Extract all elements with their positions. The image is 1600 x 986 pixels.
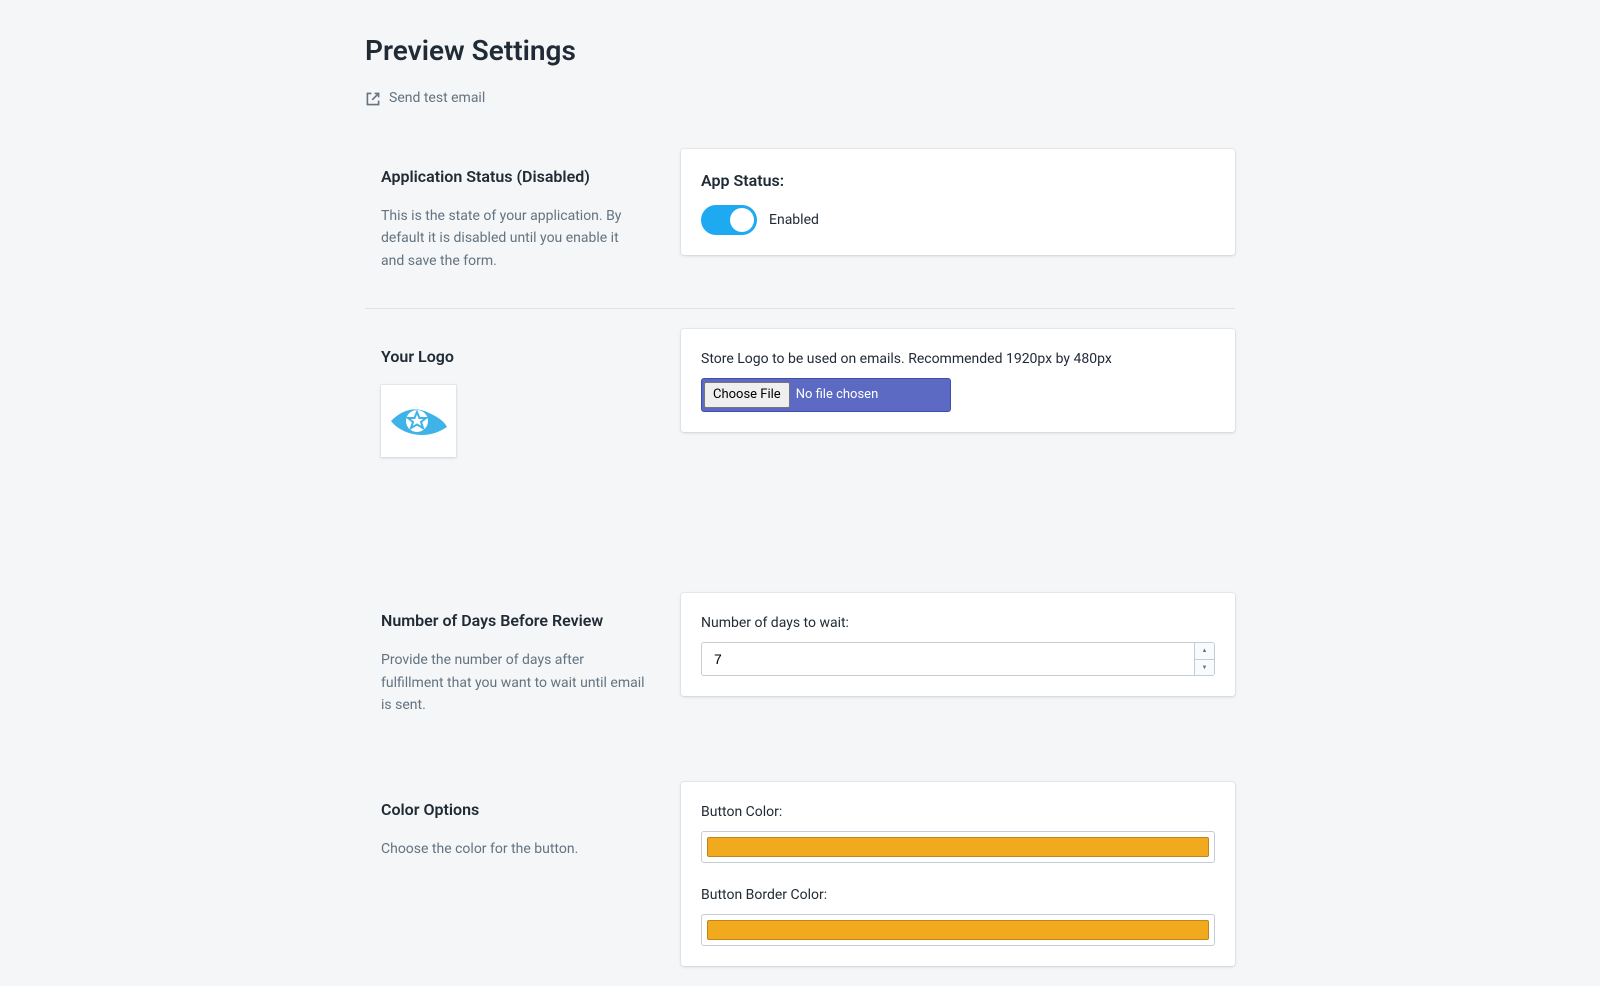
logo-preview	[381, 385, 456, 457]
days-heading: Number of Days Before Review	[381, 609, 645, 633]
app-status-card: App Status: Enabled	[681, 149, 1235, 255]
days-input[interactable]	[702, 643, 1194, 675]
button-border-color-input[interactable]	[701, 914, 1215, 946]
logo-file-description: Store Logo to be used on emails. Recomme…	[701, 349, 1215, 370]
page-title: Preview Settings	[365, 30, 1235, 72]
button-color-input[interactable]	[701, 831, 1215, 863]
send-test-email-label: Send test email	[389, 88, 485, 109]
send-test-email-link[interactable]: Send test email	[365, 88, 485, 109]
section-colors: Color Options Choose the color for the b…	[365, 782, 1235, 966]
toggle-knob	[730, 208, 754, 232]
days-input-label: Number of days to wait:	[701, 613, 1215, 634]
button-color-swatch	[707, 837, 1209, 857]
app-status-heading: Application Status (Disabled)	[381, 165, 645, 189]
logo-file-input[interactable]: Choose File No file chosen	[701, 378, 951, 412]
app-status-card-label: App Status:	[701, 169, 1215, 193]
app-status-description: This is the state of your application. B…	[381, 205, 645, 272]
button-border-color-swatch	[707, 920, 1209, 940]
colors-card: Button Color: Button Border Color:	[681, 782, 1235, 966]
logo-heading: Your Logo	[381, 345, 645, 369]
section-app-status: Application Status (Disabled) This is th…	[365, 149, 1235, 309]
file-status-text: No file chosen	[796, 385, 879, 405]
app-status-toggle[interactable]	[701, 205, 757, 235]
colors-description: Choose the color for the button.	[381, 838, 645, 860]
section-logo: Your Logo Store Logo to be used on email…	[365, 329, 1235, 473]
toggle-state-label: Enabled	[769, 210, 819, 231]
days-decrement-button[interactable]: ▼	[1195, 660, 1214, 676]
button-color-label: Button Color:	[701, 802, 1215, 823]
section-days: Number of Days Before Review Provide the…	[365, 593, 1235, 732]
days-description: Provide the number of days after fulfill…	[381, 649, 645, 716]
days-card: Number of days to wait: ▲ ▼	[681, 593, 1235, 696]
colors-heading: Color Options	[381, 798, 645, 822]
button-border-color-label: Button Border Color:	[701, 885, 1215, 906]
eye-star-logo-icon	[385, 401, 453, 441]
choose-file-button[interactable]: Choose File	[704, 382, 790, 408]
external-link-icon	[365, 91, 381, 107]
days-increment-button[interactable]: ▲	[1195, 643, 1214, 660]
logo-card: Store Logo to be used on emails. Recomme…	[681, 329, 1235, 432]
